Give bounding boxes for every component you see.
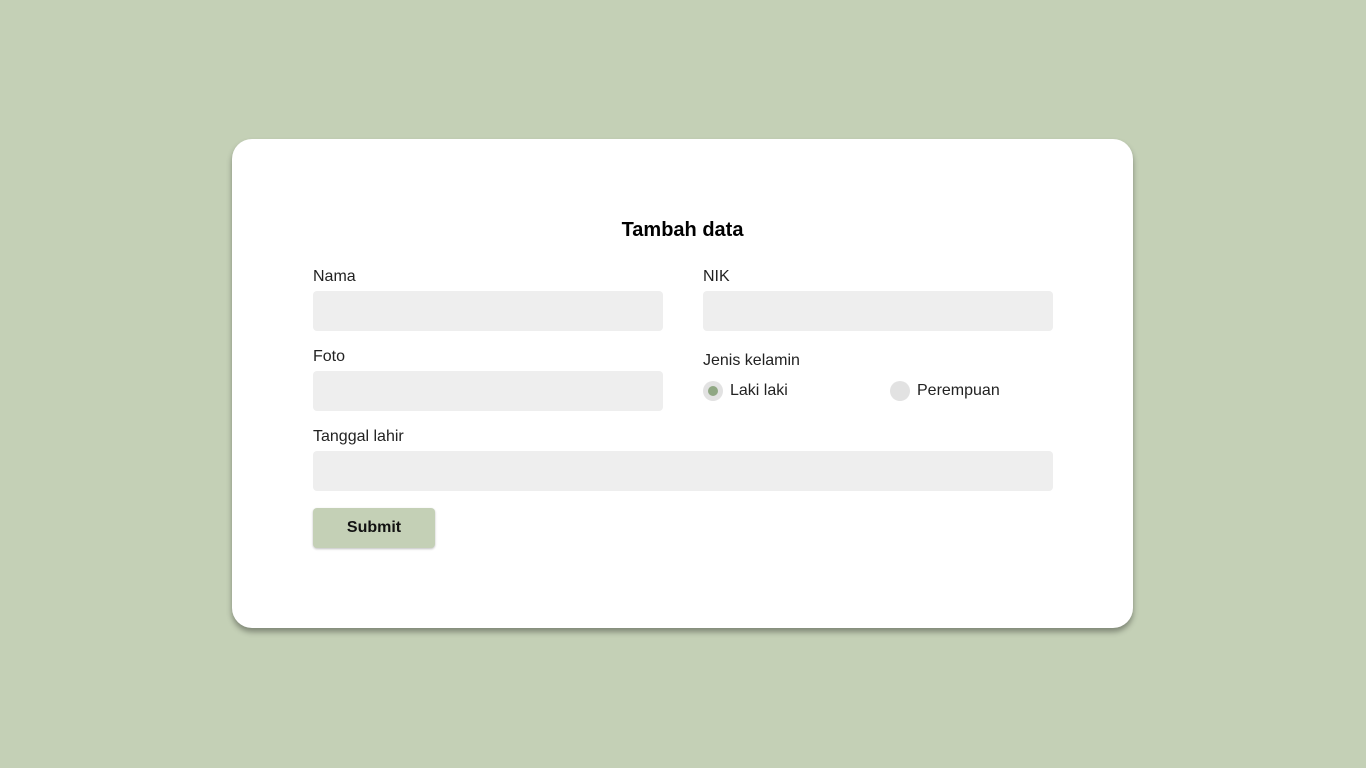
foto-label: Foto: [313, 348, 346, 365]
radio-laki-laki[interactable]: Laki laki: [703, 381, 788, 401]
radio-perempuan-label: Perempuan: [917, 382, 1000, 399]
foto-input[interactable]: [313, 371, 663, 411]
radio-perempuan-button[interactable]: [890, 381, 910, 401]
nik-label: NIK: [703, 268, 730, 285]
radio-laki-laki-button[interactable]: [703, 381, 723, 401]
jenis-kelamin-label: Jenis kelamin: [703, 352, 800, 369]
radio-perempuan[interactable]: Perempuan: [890, 381, 1000, 401]
tanggal-lahir-input[interactable]: [313, 451, 1053, 491]
nama-input[interactable]: [313, 291, 663, 331]
form-card: Tambah data Nama NIK Foto Jenis kelamin …: [232, 139, 1133, 628]
form-title: Tambah data: [621, 219, 744, 241]
nama-label: Nama: [313, 268, 356, 285]
tanggal-lahir-label: Tanggal lahir: [313, 428, 404, 445]
nik-input[interactable]: [703, 291, 1053, 331]
submit-button[interactable]: Submit: [313, 508, 435, 548]
radio-laki-laki-label: Laki laki: [730, 382, 788, 399]
